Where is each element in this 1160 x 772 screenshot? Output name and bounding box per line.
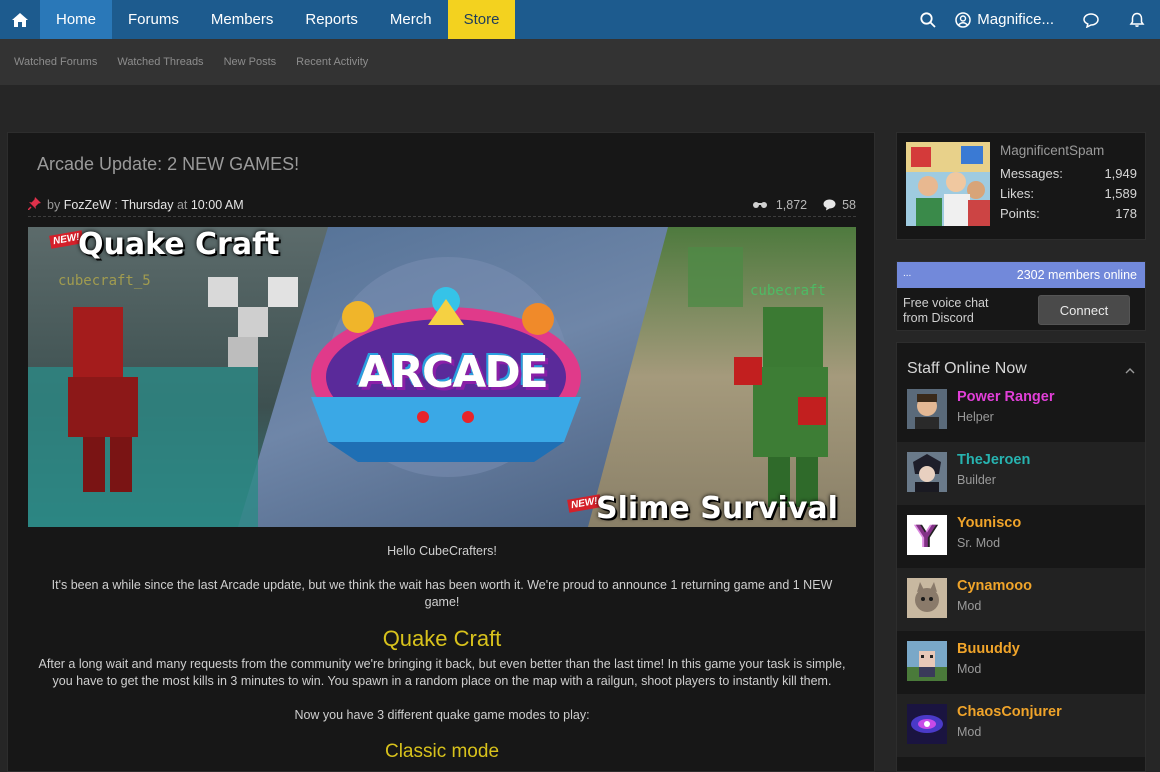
views-count: 1,872 <box>775 198 808 212</box>
staff-name[interactable]: Buuuddy <box>957 641 1020 657</box>
discord-connect-button[interactable]: Connect <box>1038 295 1130 325</box>
staff-name[interactable]: Power Ranger <box>957 389 1055 405</box>
pin-icon <box>27 196 41 213</box>
player-tag-left: cubecraft_5 <box>58 273 151 289</box>
likes-value: 1,589 <box>1104 186 1137 201</box>
mode-title-classic: Classic mode <box>384 741 500 762</box>
nav-home[interactable]: Home <box>40 0 113 39</box>
staff-name[interactable]: Younisco <box>957 515 1021 531</box>
messages-value: 1,949 <box>1104 166 1137 181</box>
discord-text-line1: Free voice chat <box>903 296 989 310</box>
discord-description: Free voice chat from Discord <box>903 296 988 326</box>
post-body: Hello CubeCrafters! It's been a while si… <box>28 543 856 763</box>
staff-avatar[interactable] <box>907 389 947 429</box>
thread-title[interactable]: Arcade Update: 2 NEW GAMES! <box>37 154 299 175</box>
top-right-controls: Magnifice... <box>905 0 1160 39</box>
thread-time: 10:00 AM <box>190 197 244 212</box>
staff-online-widget: Staff Online Now Power Ranger Helper The… <box>896 342 1146 772</box>
section-text-quake-craft: After a long wait and many requests from… <box>38 657 846 688</box>
nav-store[interactable]: Store <box>447 0 516 39</box>
player-tag-right: cubecraft <box>750 283 826 299</box>
conversations-icon[interactable] <box>1068 0 1114 39</box>
staff-role: Helper <box>957 410 994 424</box>
profile-avatar[interactable] <box>906 142 990 226</box>
points-value: 178 <box>1115 206 1137 221</box>
subnav-new-posts[interactable]: New Posts <box>224 56 277 68</box>
staff-member[interactable]: Buuuddy Mod <box>897 631 1145 694</box>
replies-count: 58 <box>842 198 856 212</box>
arcade-logo-text: ARCADE <box>358 347 549 398</box>
profile-likes-row: Likes: 1,589 <box>1000 186 1137 201</box>
banner-title-slime: Slime Survival <box>596 491 838 526</box>
staff-member[interactable]: YY Younisco Sr. Mod <box>897 505 1145 568</box>
meta-separator: : <box>110 197 122 212</box>
staff-avatar[interactable] <box>907 704 947 744</box>
svg-text:Y: Y <box>913 520 937 555</box>
replies-stat: 58 <box>823 198 856 212</box>
search-icon[interactable] <box>905 0 951 39</box>
nav-reports[interactable]: Reports <box>289 0 374 39</box>
nav-merch[interactable]: Merch <box>374 0 448 39</box>
views-stat: 1,872 <box>752 198 807 212</box>
subnav-watched-forums[interactable]: Watched Forums <box>14 56 97 68</box>
user-menu-label: Magnifice... <box>977 11 1054 28</box>
staff-role: Mod <box>957 662 982 676</box>
staff-member[interactable]: Cynamooo Mod <box>897 568 1145 631</box>
arcade-banner-image: ARCADE cubecraft_5 cubecraft NEW! Quake … <box>28 227 856 527</box>
discord-text-line2: from Discord <box>903 311 974 325</box>
section-title-quake-craft: Quake Craft <box>382 626 502 651</box>
modes-intro-text: Now you have 3 different quake game mode… <box>294 708 590 722</box>
staff-heading: Staff Online Now <box>907 360 1027 377</box>
sub-navigation: Watched Forums Watched Threads New Posts… <box>0 39 1160 85</box>
staff-avatar[interactable] <box>907 452 947 492</box>
user-profile-card: MagnificentSpam Messages: 1,949 Likes: 1… <box>896 132 1146 240</box>
post-greeting: Hello CubeCrafters! <box>387 544 497 558</box>
home-icon[interactable] <box>0 0 40 39</box>
staff-member[interactable]: TheJeroen Builder <box>897 442 1145 505</box>
nav-members[interactable]: Members <box>195 0 290 39</box>
points-label: Points: <box>1000 206 1040 221</box>
staff-role: Mod <box>957 725 982 739</box>
discord-widget: ... 2302 members online Free voice chat … <box>896 261 1146 331</box>
staff-avatar[interactable] <box>907 641 947 681</box>
user-icon <box>955 11 972 28</box>
staff-member[interactable]: Power Ranger Helper <box>897 379 1145 442</box>
staff-name[interactable]: TheJeroen <box>957 452 1030 468</box>
profile-points-row: Points: 178 <box>1000 206 1137 221</box>
views-icon <box>752 202 767 208</box>
profile-name[interactable]: MagnificentSpam <box>1000 143 1104 158</box>
top-navigation-bar: Home Forums Members Reports Merch Store … <box>0 0 1160 39</box>
nav-forums[interactable]: Forums <box>112 0 195 39</box>
discord-online-count: 2302 members online <box>1016 268 1137 282</box>
by-label: by <box>47 197 61 212</box>
staff-role: Builder <box>957 473 996 487</box>
thread-meta: by FozZeW : Thursday at 10:00 AM 1,872 5… <box>27 193 856 217</box>
staff-name[interactable]: ChaosConjurer <box>957 704 1062 720</box>
staff-role: Mod <box>957 599 982 613</box>
comment-icon <box>823 199 836 211</box>
staff-name[interactable]: Cynamooo <box>957 578 1032 594</box>
staff-role: Sr. Mod <box>957 536 1001 550</box>
thread-container: Arcade Update: 2 NEW GAMES! by FozZeW : … <box>7 132 875 772</box>
discord-dots: ... <box>903 268 912 279</box>
subnav-watched-threads[interactable]: Watched Threads <box>117 56 203 68</box>
bell-icon[interactable] <box>1114 0 1160 39</box>
subnav-recent-activity[interactable]: Recent Activity <box>296 56 368 68</box>
staff-avatar[interactable]: YY <box>907 515 947 555</box>
discord-online-bar: ... 2302 members online <box>897 262 1145 288</box>
likes-label: Likes: <box>1000 186 1034 201</box>
staff-member[interactable]: ChaosConjurer Mod <box>897 694 1145 757</box>
thread-stats: 1,872 58 <box>752 193 856 217</box>
chevron-up-icon[interactable] <box>1125 363 1135 377</box>
post-intro: It's been a while since the last Arcade … <box>51 578 833 609</box>
at-label: at <box>176 197 188 212</box>
staff-avatar[interactable] <box>907 578 947 618</box>
thread-day: Thursday <box>121 197 174 212</box>
messages-label: Messages: <box>1000 166 1063 181</box>
user-menu[interactable]: Magnifice... <box>951 11 1068 28</box>
thread-author[interactable]: FozZeW <box>64 198 111 212</box>
banner-title-quake: Quake Craft <box>78 227 280 262</box>
profile-messages-row: Messages: 1,949 <box>1000 166 1137 181</box>
